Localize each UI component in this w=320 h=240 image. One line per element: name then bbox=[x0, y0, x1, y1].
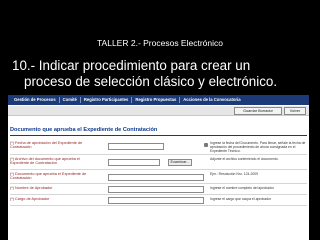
file-path-input[interactable] bbox=[108, 159, 160, 166]
field-help: Ejm.: Resolución Nro. 124-2009 bbox=[210, 172, 259, 176]
slide-title: TALLER 2.- Procesos Electrónico bbox=[97, 38, 223, 48]
field-help: Ingrese la fecha del Documento. Para lle… bbox=[210, 141, 306, 154]
top-nav-bar: Gestión de Procesos Comité Registro Part… bbox=[8, 95, 309, 105]
nav-item-gestion-procesos[interactable]: Gestión de Procesos bbox=[8, 97, 60, 103]
approver-name-input[interactable] bbox=[108, 186, 204, 193]
embedded-screenshot: Gestión de Procesos Comité Registro Part… bbox=[8, 95, 309, 240]
heading-line-1: 10.- Indicar procedimiento para crear un bbox=[12, 58, 251, 73]
field-label: (*) Nombre de Aprobador bbox=[10, 186, 53, 190]
field-help: Adjunte el archivo conteniendo el docume… bbox=[210, 157, 279, 161]
form-row-nombre: (*) Nombre de Aprobador Ingrese el nombr… bbox=[10, 184, 307, 195]
toolbar: Guardar Borrador Volver bbox=[8, 106, 309, 116]
nav-item-registro-participantes[interactable]: Registro Participantes bbox=[81, 97, 133, 103]
back-button[interactable]: Volver bbox=[284, 107, 306, 115]
date-input[interactable] bbox=[108, 143, 164, 150]
form-row-fecha: (*) Fecha de aprobación del Expediente d… bbox=[10, 139, 307, 155]
section-title: Documento que aprueba el Expediente de C… bbox=[10, 127, 158, 133]
form-row-archivo: (*) Archivo del documento que aprueba el… bbox=[10, 155, 307, 170]
document-input[interactable] bbox=[108, 174, 204, 181]
field-label: (*) Fecha de aprobación del Expediente d… bbox=[10, 141, 83, 150]
field-help: Ingrese el cargo que ocupa el aprobador bbox=[210, 197, 272, 201]
calendar-icon[interactable] bbox=[204, 143, 208, 147]
form-row-documento: (*) Documento que aprueba el Expediente … bbox=[10, 170, 307, 184]
browse-button[interactable]: Examinar... bbox=[168, 159, 192, 166]
field-label: (*) Documento que aprueba el Expediente … bbox=[10, 172, 87, 181]
field-label: (*) Archivo del documento que aprueba el… bbox=[10, 157, 80, 166]
heading-line-2: proceso de selección clásico y electróni… bbox=[24, 74, 278, 89]
nav-item-registro-propuestas[interactable]: Registro Propuestas bbox=[132, 97, 181, 103]
field-help: Ingrese el nombre completo del aprobador bbox=[210, 186, 274, 190]
save-draft-button[interactable]: Guardar Borrador bbox=[234, 107, 282, 115]
nav-item-acciones-convocatoria[interactable]: Acciones de la Convocatoria bbox=[180, 97, 243, 103]
slide-heading: 10.- Indicar procedimiento para crear un… bbox=[8, 58, 314, 90]
approver-title-input[interactable] bbox=[108, 197, 204, 204]
section-divider bbox=[10, 135, 307, 136]
nav-item-comite[interactable]: Comité bbox=[60, 97, 81, 103]
field-label: (*) Cargo de Aprobador bbox=[10, 197, 50, 201]
form-row-cargo: (*) Cargo de Aprobador Ingrese el cargo … bbox=[10, 195, 307, 206]
